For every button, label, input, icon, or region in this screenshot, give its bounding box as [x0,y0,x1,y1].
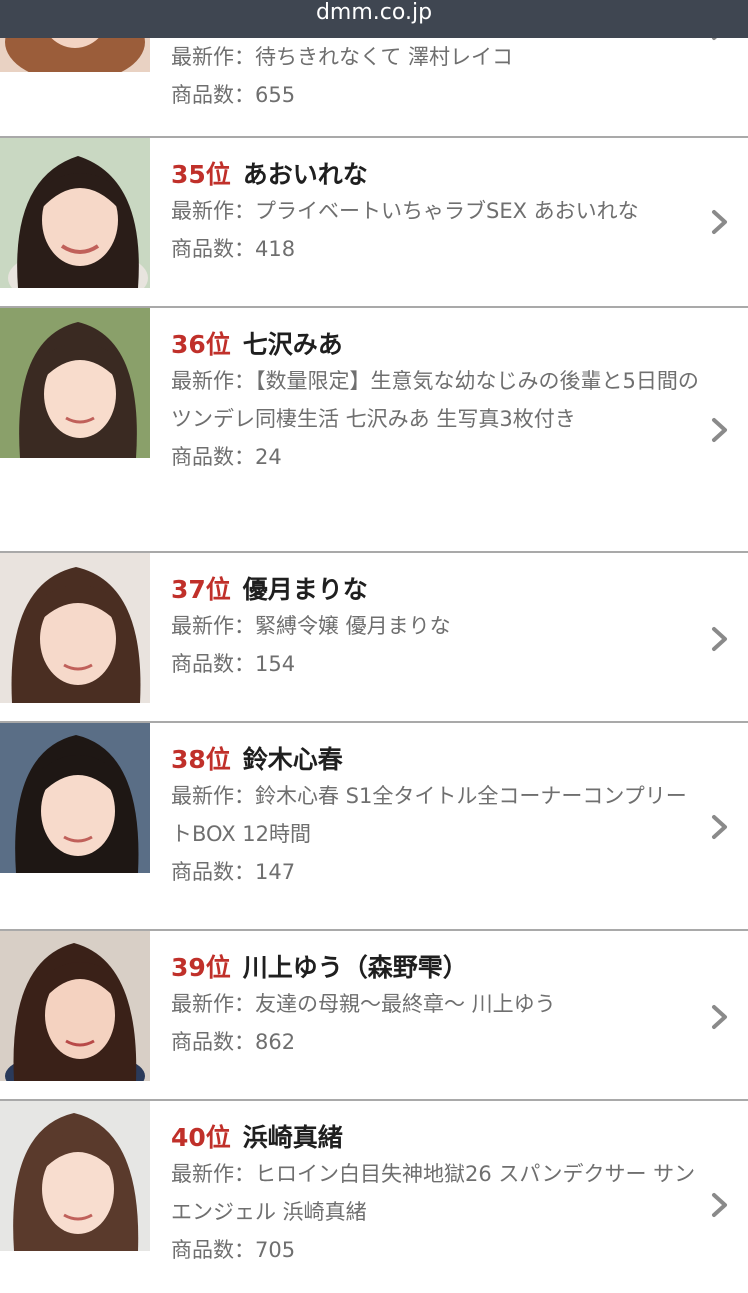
url-domain: dmm.co.jp [315,0,433,25]
actress-name: 鈴木心春 [242,745,343,774]
actress-photo [0,723,150,873]
product-count: 商品数：655 [171,83,296,107]
latest-work: 最新作：鈴木心春 S1全タイトル全コーナーコンプリートBOX 12時間 [171,784,687,846]
actress-heading: 36位 七沢みあ [171,328,702,362]
browser-url-bar[interactable]: dmm.co.jp [0,0,748,38]
rank-number: 40位 [171,1123,231,1152]
rank-number: 39位 [171,953,231,982]
chevron-right-icon [708,208,732,236]
actress-heading: 37位 優月まりな [171,573,702,607]
latest-work: 最新作：ヒロイン白目失神地獄26 スパンデクサー サンエンジェル 浜崎真緒 [171,1162,696,1224]
actress-heading: 39位 川上ゆう（森野雫） [171,951,702,985]
list-item[interactable]: 38位 鈴木心春 最新作：鈴木心春 S1全タイトル全コーナーコンプリートBOX 1… [0,723,748,931]
latest-work: 最新作：待ちきれなくて 澤村レイコ [171,45,514,69]
product-count: 商品数：154 [171,652,296,676]
product-count: 商品数：862 [171,1030,296,1054]
chevron-right-icon [708,1191,732,1219]
list-item[interactable]: 37位 優月まりな 最新作：緊縛令嬢 優月まりな 商品数：154 [0,553,748,723]
actress-photo [0,308,150,458]
actress-heading: 40位 浜崎真緒 [171,1121,702,1155]
product-count: 商品数：705 [171,1238,296,1262]
actress-name: 七沢みあ [242,330,343,359]
rank-number: 36位 [171,330,231,359]
actress-photo [0,1101,150,1251]
latest-work: 最新作：【数量限定】生意気な幼なじみの後輩と5日間のツンデレ同棲生活 七沢みあ … [171,369,699,431]
rank-number: 37位 [171,575,231,604]
list-item[interactable]: 39位 川上ゆう（森野雫） 最新作：友達の母親〜最終章〜 川上ゆう 商品数：862 [0,931,748,1101]
product-count: 商品数：24 [171,445,282,469]
actress-name: 優月まりな [242,575,368,604]
latest-work: 最新作：緊縛令嬢 優月まりな [171,614,451,638]
chevron-right-icon [708,625,732,653]
actress-name: あおいれな [242,160,368,189]
list-item[interactable]: 40位 浜崎真緒 最新作：ヒロイン白目失神地獄26 スパンデクサー サンエンジェル… [0,1101,748,1293]
actress-name: 浜崎真緒 [242,1123,343,1152]
rank-number: 35位 [171,160,231,189]
chevron-right-icon [708,1003,732,1031]
chevron-right-icon [708,416,732,444]
actress-heading: 35位 あおいれな [171,158,702,192]
product-count: 商品数：418 [171,237,296,261]
actress-photo [0,553,150,703]
rank-number: 38位 [171,745,231,774]
actress-heading: 38位 鈴木心春 [171,743,702,777]
latest-work: 最新作：友達の母親〜最終章〜 川上ゆう [171,992,556,1016]
chevron-right-icon [708,813,732,841]
list-item[interactable]: 36位 七沢みあ 最新作：【数量限定】生意気な幼なじみの後輩と5日間のツンデレ同棲… [0,308,748,553]
list-item[interactable]: 35位 あおいれな 最新作：プライベートいちゃラブSEX あおいれな 商品数：41… [0,138,748,308]
actress-photo [0,931,150,1081]
actress-name: 川上ゆう（森野雫） [242,953,468,982]
product-count: 商品数：147 [171,860,296,884]
actress-photo [0,138,150,288]
latest-work: 最新作：プライベートいちゃラブSEX あおいれな [171,199,639,223]
